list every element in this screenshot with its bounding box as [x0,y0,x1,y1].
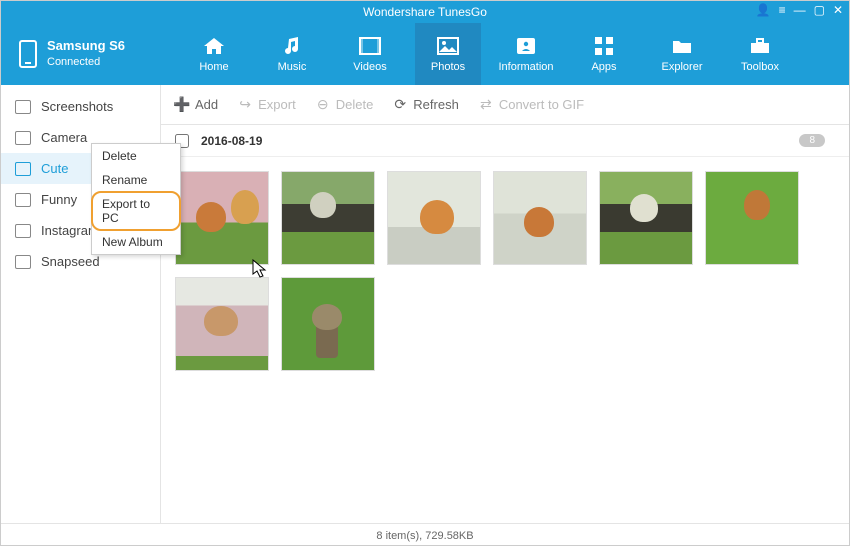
maximize-button[interactable]: ▢ [814,3,825,17]
export-icon: ↪ [238,98,252,112]
device-name: Samsung S6 [47,38,125,55]
export-button[interactable]: ↪ Export [238,97,296,112]
photo-thumb[interactable] [493,171,587,265]
tab-home[interactable]: Home [181,23,247,85]
date-label: 2016-08-19 [201,134,262,148]
photo-thumb[interactable] [599,171,693,265]
refresh-label: Refresh [413,97,459,112]
device-panel[interactable]: Samsung S6 Connected [1,23,161,85]
sidebar-item-label: Funny [41,192,77,207]
count-badge: 8 [799,134,825,147]
delete-button[interactable]: ⊖ Delete [316,97,374,112]
nav-row: Samsung S6 Connected Home Music Videos P… [1,23,849,85]
sidebar-item-screenshots[interactable]: Screenshots [1,91,160,122]
photo-grid [161,157,849,523]
tab-toolbox[interactable]: Toolbox [727,23,793,85]
photo-thumb[interactable] [705,171,799,265]
tab-label: Music [278,61,307,73]
tab-apps[interactable]: Apps [571,23,637,85]
delete-label: Delete [336,97,374,112]
minimize-button[interactable]: — [794,3,806,17]
ctx-rename[interactable]: Rename [92,168,180,192]
home-icon [201,35,227,57]
album-icon [15,162,31,176]
status-text: 8 item(s), 729.58KB [376,530,473,542]
menu-icon[interactable]: ≡ [779,3,786,17]
album-icon [15,224,31,238]
tab-explorer[interactable]: Explorer [649,23,715,85]
sidebar-item-label: Camera [41,130,87,145]
ctx-delete[interactable]: Delete [92,144,180,168]
tab-label: Explorer [662,61,703,73]
app-title: Wondershare TunesGo [363,5,487,19]
tab-label: Photos [431,61,465,73]
tab-music[interactable]: Music [259,23,325,85]
minus-icon: ⊖ [316,98,330,112]
header: Wondershare TunesGo 👤 ≡ — ▢ ✕ Samsung S6… [1,1,849,85]
date-header: 2016-08-19 8 [161,125,849,157]
toolbar: ➕ Add ↪ Export ⊖ Delete ⟳ Refresh ⇄ Conv… [161,85,849,125]
tab-videos[interactable]: Videos [337,23,403,85]
album-icon [15,255,31,269]
close-button[interactable]: ✕ [833,3,843,17]
main: Screenshots Camera Cute Funny Instagram … [1,85,849,523]
user-icon[interactable]: 👤 [756,3,771,17]
gif-label: Convert to GIF [499,97,584,112]
sidebar-item-label: Cute [41,161,68,176]
tab-information[interactable]: Information [493,23,559,85]
plus-icon: ➕ [175,98,189,112]
photo-thumb[interactable] [175,277,269,371]
tab-label: Apps [591,61,616,73]
convert-gif-button[interactable]: ⇄ Convert to GIF [479,97,584,112]
toolbox-icon [747,35,773,57]
video-icon [357,35,383,57]
tab-label: Videos [353,61,386,73]
apps-icon [591,35,617,57]
tab-photos[interactable]: Photos [415,23,481,85]
add-button[interactable]: ➕ Add [175,97,218,112]
status-bar: 8 item(s), 729.58KB [1,523,849,547]
tab-label: Toolbox [741,61,779,73]
photo-thumb[interactable] [175,171,269,265]
nav-tabs: Home Music Videos Photos Information App… [161,23,849,85]
music-icon [279,35,305,57]
refresh-icon: ⟳ [393,98,407,112]
tab-label: Information [498,61,553,73]
album-icon [15,100,31,114]
folder-icon [669,35,695,57]
info-icon [513,35,539,57]
device-status: Connected [47,55,125,69]
tab-label: Home [199,61,228,73]
window-controls: 👤 ≡ — ▢ ✕ [756,3,843,17]
album-icon [15,131,31,145]
context-menu: Delete Rename Export to PC New Album [91,143,181,255]
ctx-new-album[interactable]: New Album [92,230,180,254]
device-text: Samsung S6 Connected [47,38,125,69]
sidebar: Screenshots Camera Cute Funny Instagram … [1,85,161,523]
export-label: Export [258,97,296,112]
titlebar: Wondershare TunesGo 👤 ≡ — ▢ ✕ [1,1,849,23]
sidebar-item-label: Snapseed [41,254,100,269]
photos-icon [435,35,461,57]
ctx-export-to-pc[interactable]: Export to PC [91,191,181,231]
content: ➕ Add ↪ Export ⊖ Delete ⟳ Refresh ⇄ Conv… [161,85,849,523]
add-label: Add [195,97,218,112]
album-icon [15,193,31,207]
sidebar-item-label: Screenshots [41,99,113,114]
photo-thumb[interactable] [387,171,481,265]
refresh-button[interactable]: ⟳ Refresh [393,97,459,112]
gif-icon: ⇄ [479,98,493,112]
phone-icon [19,40,37,68]
photo-thumb[interactable] [281,277,375,371]
photo-thumb[interactable] [281,171,375,265]
